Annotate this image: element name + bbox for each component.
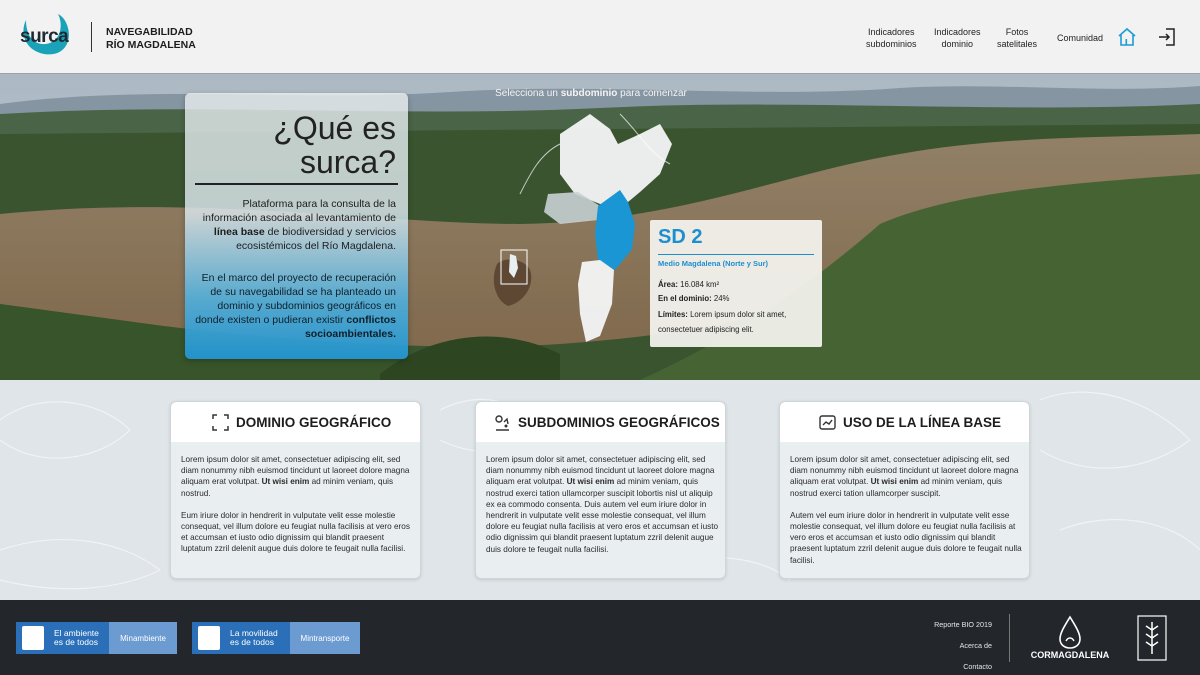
nav-label: Fotos <box>1005 27 1029 37</box>
prompt-bold: subdominio <box>560 88 618 99</box>
subdomain-prompt: Selecciona un subdominio para comenzar <box>486 88 696 99</box>
kv-label: Límites: <box>658 310 688 319</box>
card-paragraph: Lorem ipsum dolor sit amet, consectetuer… <box>790 454 1025 499</box>
what-is-surca-card: ¿Qué es surca? Plataforma para la consul… <box>185 93 408 359</box>
colombia-shield-icon <box>22 626 44 650</box>
badge-line: es de todos <box>54 637 98 647</box>
badge-ministry: Minambiente <box>109 622 177 654</box>
card-paragraph: Autem vel eum iriure dolor in hendrerit … <box>790 510 1022 565</box>
title-line: ¿Qué es <box>273 110 396 146</box>
nav-indicadores-dominio[interactable]: Indicadores dominio <box>934 26 981 50</box>
cormagdalena-wordmark: CORMAGDALENA <box>1030 650 1110 660</box>
card-title: SUBDOMINIOS GEOGRÁFICOS <box>518 415 720 430</box>
card-text-bold: Ut wisi enim <box>261 477 310 487</box>
badge-main: La movilidad es de todos <box>192 622 290 654</box>
intro-paragraph: Plataforma para la consulta de la inform… <box>196 197 396 253</box>
frame-icon <box>212 414 229 431</box>
kv-label: En el dominio: <box>658 294 712 303</box>
badge-slogan: La movilidad es de todos <box>230 629 278 647</box>
title-rule <box>195 183 398 185</box>
brand-line-1: NAVEGABILIDAD <box>106 26 193 38</box>
subdomain-limits: Límites: Lorem ipsum dolor sit amet, con… <box>658 307 818 337</box>
river-landscape-image <box>0 74 1200 380</box>
nav-label: Indicadores <box>934 27 981 37</box>
link-contacto[interactable]: Contacto <box>934 656 992 675</box>
card-paragraph: Lorem ipsum dolor sit amet, consectetuer… <box>486 454 721 555</box>
mintransporte-badge[interactable]: La movilidad es de todos Mintransporte <box>192 622 360 654</box>
header: surca NAVEGABILIDAD RÍO MAGDALENA Indica… <box>0 0 1200 74</box>
nav-label: subdominios <box>866 39 917 49</box>
chart-icon <box>819 415 836 430</box>
map-pin-icon <box>495 415 509 431</box>
card-header: USO DE LA LÍNEA BASE <box>780 402 1029 442</box>
card-uso-linea-base[interactable]: USO DE LA LÍNEA BASE Lorem ipsum dolor s… <box>779 401 1030 579</box>
brand-title: NAVEGABILIDAD RÍO MAGDALENA <box>106 26 196 52</box>
nav-label: satelitales <box>997 39 1038 49</box>
logo-text: surca <box>20 26 69 47</box>
what-is-surca-title: ¿Qué es surca? <box>273 111 396 179</box>
badge-main: El ambiente es de todos <box>16 622 109 654</box>
link-acerca-de[interactable]: Acerca de <box>934 635 992 656</box>
card-paragraph: Eum iriure dolor in hendrerit in vulputa… <box>181 510 410 554</box>
link-reporte-bio[interactable]: Reporte BIO 2019 <box>934 614 992 635</box>
minambiente-badge[interactable]: El ambiente es de todos Minambiente <box>16 622 177 654</box>
card-text-bold: Ut wisi enim <box>566 477 615 487</box>
login-icon[interactable] <box>1157 27 1177 47</box>
card-text: Lorem ipsum dolor sit amet, consectetuer… <box>790 454 1025 577</box>
badge-ministry: Mintransporte <box>290 622 360 654</box>
kv-value: 16.084 km² <box>677 280 720 289</box>
kv-label: Área: <box>658 280 678 289</box>
card-title: DOMINIO GEOGRÁFICO <box>236 415 392 430</box>
prompt-text: Selecciona un <box>495 88 561 99</box>
hero-banner: Selecciona un subdominio para comenzar ¿… <box>0 74 1200 380</box>
footer-divider <box>1009 614 1010 662</box>
card-text-bold: Ut wisi enim <box>870 477 919 487</box>
water-drop-icon <box>1059 615 1081 649</box>
intro-text: Plataforma para la consulta de la inform… <box>202 198 396 224</box>
nav-comunidad[interactable]: Comunidad <box>1057 32 1103 44</box>
brand-divider <box>91 22 92 52</box>
subdomain-title-rule <box>658 254 814 255</box>
nav-indicadores-subdominios[interactable]: Indicadores subdominios <box>866 26 917 50</box>
intro-bold: línea base <box>213 226 265 238</box>
footer: El ambiente es de todos Minambiente La m… <box>0 600 1200 675</box>
card-title: USO DE LA LÍNEA BASE <box>843 415 1002 430</box>
nav-label: Indicadores <box>868 27 915 37</box>
subdomain-area: Área: 16.084 km² <box>658 279 818 290</box>
subdomain-domain-share: En el dominio: 24% <box>658 293 818 304</box>
subdomain-tooltip: SD 2 Medio Magdalena (Norte y Sur) Área:… <box>650 220 822 347</box>
subdomain-name: Medio Magdalena (Norte y Sur) <box>658 259 769 268</box>
card-header: DOMINIO GEOGRÁFICO <box>171 402 420 442</box>
card-paragraph: Lorem ipsum dolor sit amet, consectetuer… <box>181 454 416 499</box>
humboldt-logo[interactable] <box>1137 614 1167 662</box>
info-section: DOMINIO GEOGRÁFICO Lorem ipsum dolor sit… <box>0 380 1200 600</box>
card-text: Lorem ipsum dolor sit amet, consectetuer… <box>486 454 721 566</box>
home-icon[interactable] <box>1117 27 1137 47</box>
prompt-text: para comenzar <box>617 88 687 99</box>
card-text-span: ad minim veniam, quis nostrud exerci tat… <box>486 477 719 554</box>
brand-line-2: RÍO MAGDALENA <box>106 39 196 51</box>
kv-value: 24% <box>711 294 730 303</box>
cormagdalena-logo[interactable]: CORMAGDALENA <box>1024 615 1116 663</box>
footer-links: Reporte BIO 2019 Acerca de Contacto <box>934 614 992 675</box>
badge-line: es de todos <box>230 637 274 647</box>
nav-label: Comunidad <box>1057 33 1104 43</box>
subdomain-title: SD 2 <box>658 226 703 248</box>
badge-slogan: El ambiente es de todos <box>54 629 99 647</box>
nav-fotos-satelitales[interactable]: Fotos satelitales <box>997 26 1037 50</box>
card-subdominios-geograficos[interactable]: SUBDOMINIOS GEOGRÁFICOS Lorem ipsum dolo… <box>475 401 726 579</box>
context-paragraph: En el marco del proyecto de recuperación… <box>191 271 396 341</box>
title-line: surca? <box>299 144 396 180</box>
card-text: Lorem ipsum dolor sit amet, consectetuer… <box>181 454 416 566</box>
nav-label: dominio <box>941 39 974 49</box>
card-dominio-geografico[interactable]: DOMINIO GEOGRÁFICO Lorem ipsum dolor sit… <box>170 401 421 579</box>
card-header: SUBDOMINIOS GEOGRÁFICOS <box>476 402 725 442</box>
colombia-shield-icon <box>198 626 220 650</box>
